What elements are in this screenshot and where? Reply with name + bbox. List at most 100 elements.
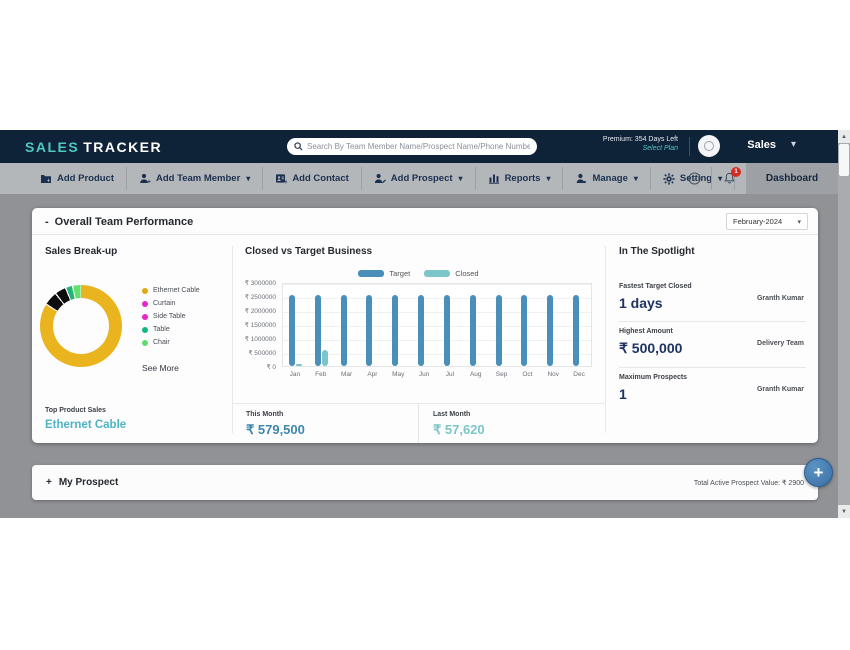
bar-group-feb — [315, 295, 328, 366]
gridline — [283, 340, 591, 341]
spotlight-section: In The Spotlight Fastest Target Closed 1… — [605, 235, 818, 443]
folder-plus-icon: + — [40, 173, 52, 184]
my-prospect-title: My Prospect — [59, 477, 118, 488]
target-bar — [521, 295, 527, 366]
scroll-up-arrow-icon[interactable]: ▲ — [838, 130, 850, 143]
legend-label: Curtain — [153, 300, 176, 307]
legend-dot — [142, 327, 148, 333]
nav-button-manage[interactable]: Manage▾ — [563, 163, 649, 194]
search-input[interactable] — [307, 142, 530, 151]
svg-text:+: + — [47, 179, 51, 184]
x-axis-labels: JanFebMarAprMayJunJulAugSepOctNovDec — [282, 371, 592, 381]
bar-chart: ₹ 0₹ 500000₹ 1000000₹ 1500000₹ 2000000₹ … — [242, 283, 594, 383]
scroll-down-arrow-icon[interactable]: ▼ — [838, 505, 850, 518]
caret-down-icon: ▾ — [459, 174, 463, 183]
gridline — [283, 354, 591, 355]
target-bar — [573, 295, 579, 366]
target-bar — [366, 295, 372, 366]
user-avatar[interactable] — [698, 135, 720, 157]
tab-dashboard[interactable]: Dashboard — [746, 163, 838, 194]
person-icon — [575, 173, 587, 184]
bar-group-jun — [418, 295, 424, 366]
month-filter-select[interactable]: February-2024 ▾ — [726, 213, 808, 230]
search-icon — [294, 138, 303, 156]
spotlight-person: Granth Kumar — [757, 295, 804, 302]
target-bar — [418, 295, 424, 366]
svg-text:?: ? — [692, 174, 696, 183]
gridline — [283, 326, 591, 327]
caret-down-icon: ▾ — [634, 174, 638, 183]
y-tick-label: ₹ 1500000 — [245, 321, 276, 329]
nav-button-add-team-member[interactable]: +Add Team Member▾ — [127, 163, 262, 194]
last-month-value: ₹ 57,620 — [433, 422, 605, 438]
total-prospect-value: Total Active Prospect Value: ₹ 2900 — [694, 479, 804, 487]
bar-chart-icon — [488, 173, 500, 184]
closed-bar — [322, 350, 328, 366]
premium-days-left: Premium: 354 Days Left — [603, 135, 678, 144]
nav-button-add-contact[interactable]: +Add Contact — [263, 163, 360, 194]
sales-breakup-donut-chart — [40, 285, 122, 367]
spotlight-label: Fastest Target Closed — [619, 283, 806, 290]
spotlight-row-prospects: Maximum Prospects 1 Granth Kumar — [619, 368, 806, 412]
add-floating-button[interactable]: + — [804, 458, 833, 487]
nav-button-add-product[interactable]: +Add Product — [28, 163, 126, 194]
avatar-placeholder-icon — [704, 141, 714, 151]
select-plan-link[interactable]: Select Plan — [603, 144, 678, 153]
this-month-value: ₹ 579,500 — [246, 422, 418, 438]
top-product-label: Top Product Sales — [45, 407, 106, 414]
spotlight-person: Delivery Team — [757, 340, 804, 347]
spotlight-label: Maximum Prospects — [619, 374, 806, 381]
plot-area — [282, 283, 592, 367]
my-prospect-toggle[interactable]: + My Prospect — [46, 477, 118, 488]
global-search — [287, 138, 537, 155]
notifications-button[interactable]: 1 — [712, 163, 746, 194]
bar-group-oct — [521, 295, 527, 366]
gear-icon — [663, 173, 675, 185]
bar-chart-legend: Target Closed — [232, 269, 605, 278]
last-month-cell: Last Month ₹ 57,620 — [418, 404, 605, 443]
help-button[interactable]: ? — [677, 163, 711, 194]
legend-label: Table — [153, 326, 170, 333]
top-header: SALESTRACKER Premium: 354 Days Left Sele… — [0, 130, 838, 163]
panel-collapse-toggle[interactable]: -Overall Team Performance — [45, 216, 193, 228]
user-menu-label[interactable]: Sales — [747, 139, 776, 151]
caret-down-icon: ▾ — [546, 174, 550, 183]
chevron-down-icon[interactable]: ▾ — [791, 139, 796, 150]
collapse-icon[interactable]: - — [45, 216, 49, 228]
gridline — [283, 284, 591, 285]
panel-title: Overall Team Performance — [55, 216, 194, 228]
y-tick-label: ₹ 0 — [266, 363, 276, 371]
target-bar — [496, 295, 502, 366]
legend-dot — [142, 288, 148, 294]
nav-button-label: Reports — [505, 173, 541, 184]
legend-swatch — [358, 270, 384, 277]
scrollbar-thumb[interactable] — [839, 144, 849, 176]
notification-badge: 1 — [731, 167, 741, 177]
target-bar — [341, 295, 347, 366]
legend-dot — [142, 314, 148, 320]
nav-button-reports[interactable]: Reports ▾ — [476, 163, 563, 194]
see-more-link[interactable]: See More — [142, 363, 179, 373]
x-tick-label: Nov — [547, 371, 559, 378]
legend-item: Curtain — [142, 300, 200, 307]
y-tick-label: ₹ 2000000 — [245, 307, 276, 315]
bar-group-jan — [289, 295, 302, 366]
legend-item: Side Table — [142, 313, 200, 320]
legend-series-name: Closed — [455, 269, 478, 278]
x-tick-label: Apr — [367, 371, 377, 378]
nav-button-add-prospect[interactable]: Add Prospect▾ — [362, 163, 475, 194]
chart-legend-item: Target — [358, 269, 410, 278]
app-logo: SALESTRACKER — [25, 139, 162, 155]
gridline — [283, 312, 591, 313]
closed-vs-target-section: Closed vs Target Business TargetClosed ₹… — [232, 235, 605, 443]
bar-group-dec — [573, 295, 579, 366]
legend-item: Table — [142, 326, 200, 333]
x-tick-label: Sep — [496, 371, 508, 378]
expand-icon[interactable]: + — [46, 477, 52, 488]
legend-dot — [142, 340, 148, 346]
x-tick-label: Oct — [522, 371, 532, 378]
spotlight-title: In The Spotlight — [619, 246, 695, 257]
chart-legend-item: Closed — [424, 269, 478, 278]
my-prospect-bar: + My Prospect Total Active Prospect Value… — [32, 465, 818, 500]
header-divider — [689, 137, 690, 156]
